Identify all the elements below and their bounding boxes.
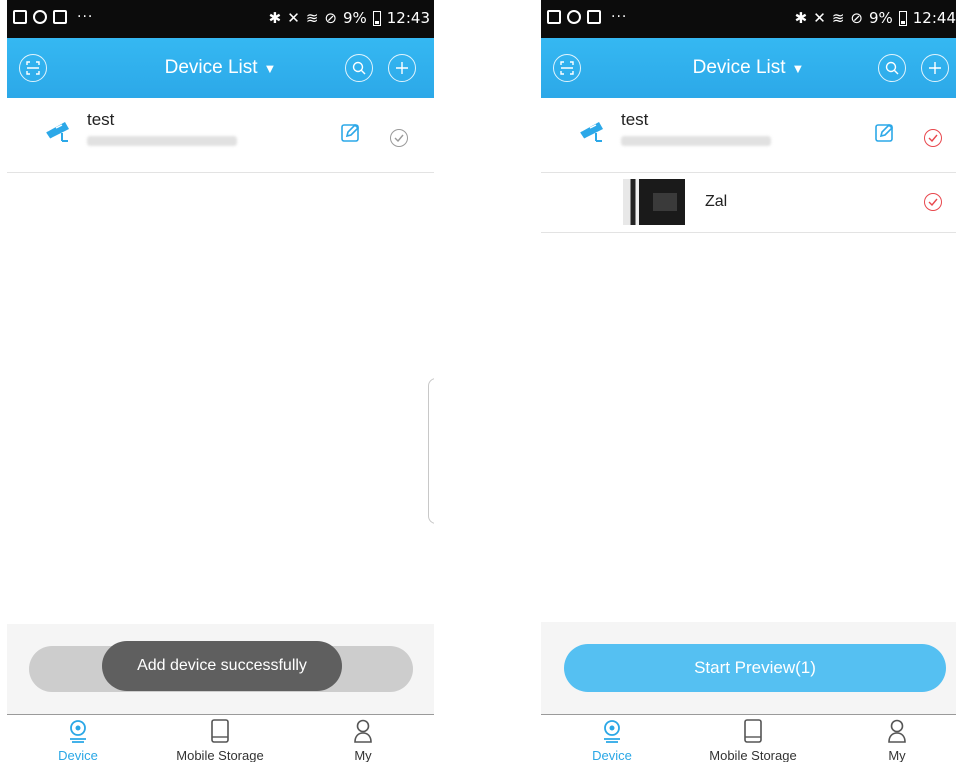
status-bar: ··· ✱ ✕ ≋ ⊘ 9% 12:43 [7, 0, 434, 38]
tab-mobile-storage[interactable]: Mobile Storage [170, 719, 270, 762]
tab-label: Device [58, 748, 98, 762]
clock: 12:43 [386, 9, 430, 27]
edit-icon[interactable] [875, 122, 895, 147]
camera-icon [579, 118, 609, 147]
device-row[interactable]: test [7, 100, 434, 173]
select-checkbox-checked[interactable] [924, 129, 942, 147]
no-signal-icon: ⊘ [850, 9, 863, 27]
wifi-icon: ≋ [831, 9, 845, 27]
search-icon[interactable] [878, 54, 906, 82]
tab-device[interactable]: Device [562, 719, 662, 762]
device-row[interactable]: test [541, 100, 956, 173]
tab-label: Device [592, 748, 632, 762]
device-name: test [621, 110, 649, 129]
gallery-icon [13, 10, 27, 24]
camera-icon [45, 118, 75, 147]
mail-icon [53, 10, 67, 24]
tab-device[interactable]: Device [28, 719, 128, 762]
tab-label: My [888, 748, 906, 762]
battery-icon [898, 10, 907, 26]
device-serial-blurred [621, 136, 771, 146]
device-serial-blurred [87, 136, 237, 146]
device-name: test [87, 110, 115, 129]
power-icon [567, 10, 581, 24]
bluetooth-icon: ✱ [268, 9, 282, 27]
bottom-tab-bar: Device Mobile Storage My [7, 714, 434, 762]
camera-location-icon [604, 720, 620, 743]
battery-percent: 9% [342, 9, 367, 27]
page-title: Device List [164, 57, 258, 78]
battery-percent: 9% [868, 9, 893, 27]
mute-icon: ✕ [813, 9, 826, 27]
select-checkbox-checked[interactable] [924, 193, 942, 211]
mute-icon: ✕ [287, 9, 300, 27]
chevron-down-icon: ▼ [791, 61, 805, 76]
power-icon [33, 10, 47, 24]
more-notifications-icon: ··· [77, 9, 94, 25]
tab-label: Mobile Storage [176, 748, 264, 762]
bottom-action-area: Add device successfully [7, 624, 434, 716]
search-icon[interactable] [345, 54, 373, 82]
phone-screen-right: ··· ✱ ✕ ≋ ⊘ 9% 12:44 Device List ▼ test [541, 0, 956, 762]
tablet-icon [211, 719, 229, 743]
more-notifications-icon: ··· [611, 9, 628, 25]
chevron-down-icon: ▼ [263, 61, 277, 76]
phone-screen-left: ··· ✱ ✕ ≋ ⊘ 9% 12:43 Device List ▼ test [7, 0, 434, 762]
bottom-tab-bar: Device Mobile Storage My [541, 714, 956, 762]
bluetooth-icon: ✱ [794, 9, 808, 27]
app-header: Device List ▼ [541, 38, 956, 98]
start-preview-button[interactable]: Start Preview(1) [564, 644, 946, 692]
tab-my[interactable]: My [847, 719, 947, 762]
person-icon [888, 719, 906, 743]
gallery-icon [547, 10, 561, 24]
tab-mobile-storage[interactable]: Mobile Storage [703, 719, 803, 762]
app-header: Device List ▼ [7, 38, 434, 98]
tab-label: My [354, 748, 372, 762]
tab-label: Mobile Storage [709, 748, 797, 762]
person-icon [354, 719, 372, 743]
clock: 12:44 [912, 9, 956, 27]
channel-name: Zal [705, 193, 728, 210]
side-pull-handle[interactable] [428, 378, 434, 524]
tablet-icon [744, 719, 762, 743]
channel-row[interactable]: Zal [541, 172, 956, 233]
camera-location-icon [70, 720, 86, 743]
mail-icon [587, 10, 601, 24]
channel-thumbnail [623, 179, 685, 225]
page-title: Device List [692, 57, 786, 78]
bottom-action-area: Start Preview(1) [541, 622, 956, 714]
toast-message: Add device successfully [102, 641, 342, 691]
no-signal-icon: ⊘ [324, 9, 337, 27]
edit-icon[interactable] [341, 122, 361, 147]
plus-icon[interactable] [921, 54, 949, 82]
tab-my[interactable]: My [313, 719, 413, 762]
status-bar: ··· ✱ ✕ ≋ ⊘ 9% 12:44 [541, 0, 956, 38]
select-checkbox[interactable] [390, 129, 408, 147]
battery-icon [372, 10, 381, 26]
wifi-icon: ≋ [305, 9, 319, 27]
plus-icon[interactable] [388, 54, 416, 82]
